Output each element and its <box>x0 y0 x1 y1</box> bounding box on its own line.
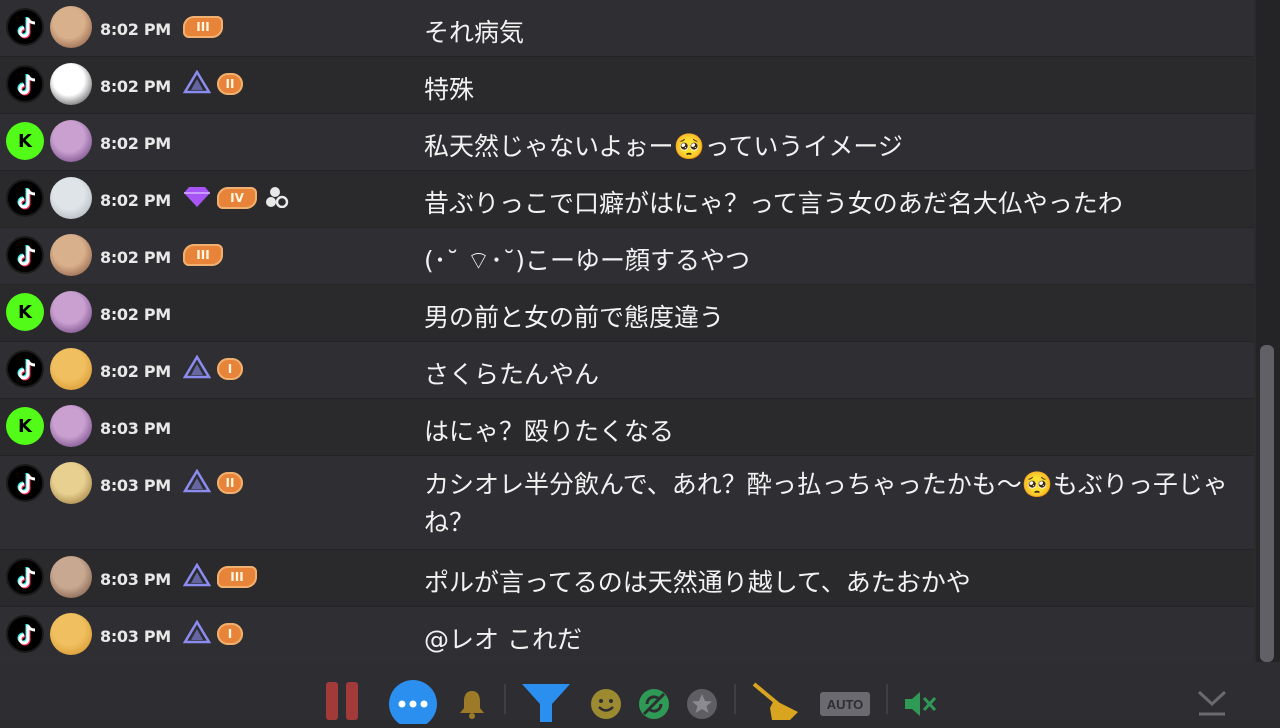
chat-message-row[interactable]: 8:02 PM II 特殊 <box>0 57 1254 114</box>
chat-message-row[interactable]: 8:03 PM III ポルが言ってるのは天然通り越して、あたおかや <box>0 550 1254 607</box>
message-text: @レオ これだ <box>424 625 582 654</box>
badge-group: IV <box>183 183 291 213</box>
star-icon[interactable] <box>686 688 718 720</box>
message-time: 8:02 PM <box>100 362 171 381</box>
toolbar-divider <box>886 684 888 714</box>
broom-icon[interactable] <box>750 682 802 720</box>
message-time: 8:03 PM <box>100 570 171 589</box>
message-text: カシオレ半分飲んで、あれ？酔っ払っちゃったかも〜🥺もぶりっ子じゃね？ <box>424 470 1228 537</box>
triangle-badge-icon <box>182 619 212 648</box>
speaker-mute-icon[interactable] <box>902 688 938 720</box>
tiktok-icon <box>6 8 44 46</box>
kick-icon: K <box>6 407 44 445</box>
message-text: 私天然じゃないよぉー🥺っていうイメージ <box>424 132 903 161</box>
message-time: 8:03 PM <box>100 627 171 646</box>
message-time: 8:02 PM <box>100 134 171 153</box>
message-text: 特殊 <box>424 75 475 104</box>
triangle-badge-icon <box>182 562 212 591</box>
avatar[interactable] <box>50 405 92 447</box>
chat-message-row[interactable]: 8:03 PM II カシオレ半分飲んで、あれ？酔っ払っちゃったかも〜🥺もぶりっ子じ… <box>0 456 1254 550</box>
badge-group: I <box>182 354 243 384</box>
level-badge: III <box>183 244 223 266</box>
badge-group: III <box>183 12 223 42</box>
badge-group: III <box>182 562 257 592</box>
avatar[interactable] <box>50 177 92 219</box>
level-badge: IV <box>217 187 257 209</box>
avatar[interactable] <box>50 234 92 276</box>
badge-group: II <box>182 468 243 498</box>
avatar[interactable] <box>50 63 92 105</box>
badge-group: III <box>183 240 223 270</box>
message-time: 8:03 PM <box>100 476 171 495</box>
auto-label: AUTO <box>826 696 864 712</box>
message-text: 男の前と女の前で態度違う <box>424 303 725 332</box>
pause-icon[interactable] <box>326 682 362 720</box>
message-time: 8:03 PM <box>100 419 171 438</box>
avatar[interactable] <box>50 6 92 48</box>
badge-group: II <box>182 69 243 99</box>
tiktok-icon <box>6 558 44 596</box>
scrollbar-thumb[interactable] <box>1260 345 1274 662</box>
avatar[interactable] <box>50 462 92 504</box>
tiktok-icon <box>6 65 44 103</box>
chat-message-row[interactable]: 8:02 PM IV 昔ぶりっこで口癖がはにゃ？って言う女のあだ名大仏やったわ <box>0 171 1254 228</box>
chat-message-row[interactable]: K 8:02 PM 男の前と女の前で態度違う <box>0 285 1254 342</box>
level-badge: III <box>183 16 223 38</box>
avatar[interactable] <box>50 291 92 333</box>
level-badge: II <box>217 73 243 95</box>
toolbar-divider <box>734 684 736 714</box>
message-text: はにゃ？殴りたくなる <box>424 417 675 446</box>
tiktok-icon <box>6 236 44 274</box>
kick-icon: K <box>6 122 44 160</box>
toolbar-divider <box>504 684 506 714</box>
bell-icon[interactable] <box>456 688 488 720</box>
level-badge: III <box>217 566 257 588</box>
avatar[interactable] <box>50 348 92 390</box>
tiktok-icon <box>6 464 44 502</box>
triangle-badge-icon <box>182 69 212 98</box>
message-text: 昔ぶりっこで口癖がはにゃ？って言う女のあだ名大仏やったわ <box>424 189 1123 218</box>
message-time: 8:02 PM <box>100 248 171 267</box>
chat-message-row[interactable]: K 8:02 PM 私天然じゃないよぉー🥺っていうイメージ <box>0 114 1254 171</box>
avatar[interactable] <box>50 613 92 655</box>
avatar[interactable] <box>50 120 92 162</box>
chat-message-row[interactable]: 8:02 PM III (･˘ ⌔･˘)こーゆー顔するやつ <box>0 228 1254 285</box>
tiktok-icon <box>6 350 44 388</box>
tiktok-icon <box>6 179 44 217</box>
chat-message-row[interactable]: K 8:03 PM はにゃ？殴りたくなる <box>0 399 1254 456</box>
level-badge: I <box>217 623 243 645</box>
tiktok-icon <box>6 615 44 653</box>
diamond-badge-icon <box>183 184 211 212</box>
toolbar: AUTO <box>0 662 1280 728</box>
message-text: それ病気 <box>424 18 525 47</box>
chat-message-row[interactable]: 8:02 PM III それ病気 <box>0 0 1254 57</box>
more-dots-icon[interactable] <box>388 680 438 728</box>
level-badge: I <box>217 358 243 380</box>
sync-icon[interactable] <box>638 688 670 720</box>
scroll-down-icon[interactable] <box>1196 688 1228 718</box>
moderator-badge-icon <box>263 184 291 212</box>
chat-message-row[interactable]: 8:03 PM I @レオ これだ <box>0 607 1254 662</box>
message-text: さくらたんやん <box>424 360 600 389</box>
message-time: 8:02 PM <box>100 20 171 39</box>
chat-list[interactable]: 8:02 PM III それ病気 8:02 PM II 特殊 K 8:02 PM 私天然じゃない… <box>0 0 1254 662</box>
filter-icon[interactable] <box>520 682 572 722</box>
kick-icon: K <box>6 293 44 331</box>
message-time: 8:02 PM <box>100 191 171 210</box>
message-text: (･˘ ⌔･˘)こーゆー顔するやつ <box>424 246 750 275</box>
avatar[interactable] <box>50 556 92 598</box>
emoji-icon[interactable] <box>590 688 622 720</box>
message-text: ポルが言ってるのは天然通り越して、あたおかや <box>424 568 971 597</box>
message-time: 8:02 PM <box>100 305 171 324</box>
badge-group: I <box>182 619 243 649</box>
triangle-badge-icon <box>182 354 212 383</box>
level-badge: II <box>217 472 243 494</box>
message-time: 8:02 PM <box>100 77 171 96</box>
chat-message-row[interactable]: 8:02 PM I さくらたんやん <box>0 342 1254 399</box>
auto-toggle[interactable]: AUTO <box>820 692 870 716</box>
triangle-badge-icon <box>182 468 212 497</box>
